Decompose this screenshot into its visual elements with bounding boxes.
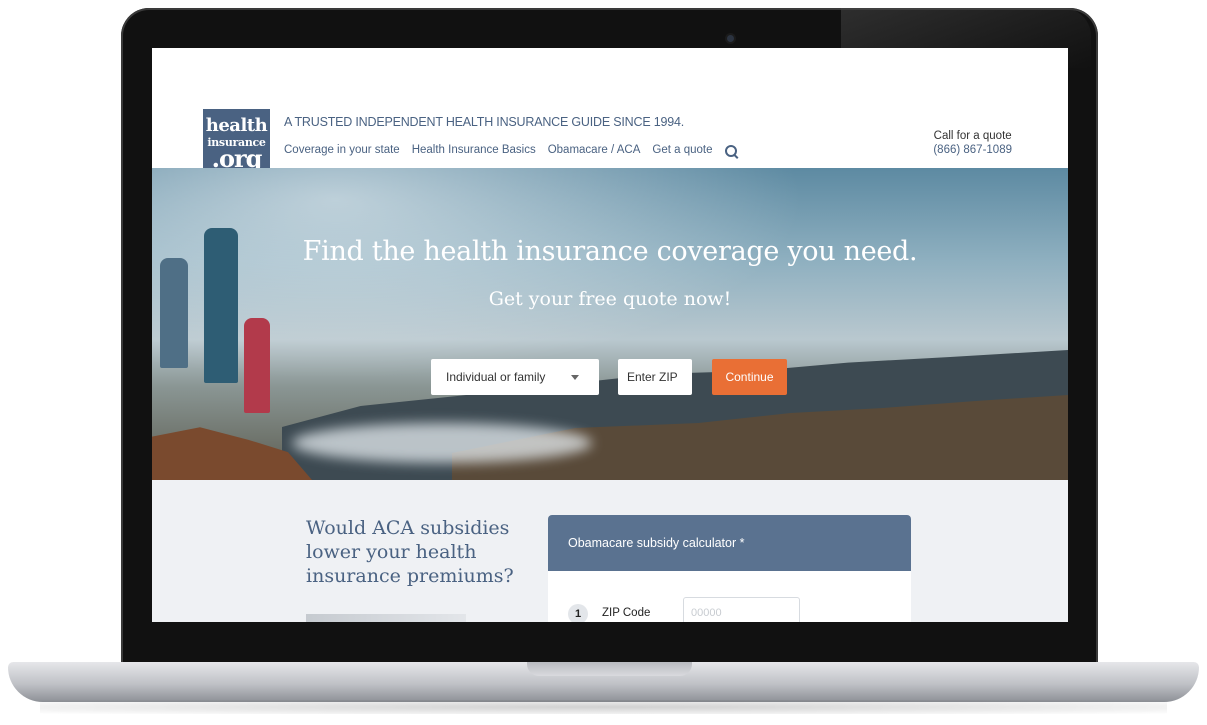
hero-banner: Find the health insurance coverage you n…: [152, 168, 1068, 480]
main-nav: Coverage in your state Health Insurance …: [284, 144, 737, 157]
nav-quote-link[interactable]: Get a quote: [652, 144, 712, 156]
site-header: health insurance .org A TRUSTED INDEPEND…: [152, 48, 1068, 180]
subsidy-question: Would ACA subsidies lower your health in…: [306, 517, 514, 587]
hero-title: Find the health insurance coverage you n…: [302, 236, 918, 267]
search-icon[interactable]: [724, 145, 737, 157]
subsidy-calculator: Obamacare subsidy calculator * 1 ZIP Cod…: [548, 515, 911, 622]
site-tagline: A TRUSTED INDEPENDENT HEALTH INSURANCE G…: [284, 115, 685, 129]
logo-line-1: health: [205, 115, 268, 136]
coverage-type-value: Individual or family: [446, 370, 546, 384]
nav-coverage-link[interactable]: Coverage in your state: [284, 144, 400, 156]
hero-subtitle: Get your free quote now!: [488, 288, 732, 310]
coverage-type-select[interactable]: Individual or family: [431, 359, 599, 395]
faded-text-line: [306, 614, 466, 622]
calculator-zip-input[interactable]: [683, 597, 800, 622]
zip-input[interactable]: [618, 359, 692, 395]
call-label: Call for a quote: [933, 130, 1012, 142]
nav-basics-link[interactable]: Health Insurance Basics: [412, 144, 536, 156]
calculator-header: Obamacare subsidy calculator *: [548, 515, 911, 571]
laptop-shadow: [40, 700, 1167, 714]
step-number-badge: 1: [568, 604, 588, 622]
calculator-title: Obamacare subsidy calculator *: [568, 536, 745, 550]
call-block: Call for a quote (866) 867-1089: [933, 130, 1012, 156]
hero-clouds: [292, 423, 592, 463]
laptop-notch: [527, 662, 692, 676]
subsidy-section: Would ACA subsidies lower your health in…: [152, 480, 1068, 622]
zip-code-label: ZIP Code: [602, 607, 651, 619]
chevron-down-icon: [571, 375, 579, 380]
laptop-screen: health insurance .org A TRUSTED INDEPEND…: [152, 48, 1068, 622]
nav-obamacare-link[interactable]: Obamacare / ACA: [548, 144, 641, 156]
camera: [727, 35, 734, 42]
phone-link[interactable]: (866) 867-1089: [933, 144, 1012, 156]
hero-person-child: [160, 258, 188, 368]
hero-person-small-child: [244, 318, 270, 413]
continue-button[interactable]: Continue: [712, 359, 787, 395]
